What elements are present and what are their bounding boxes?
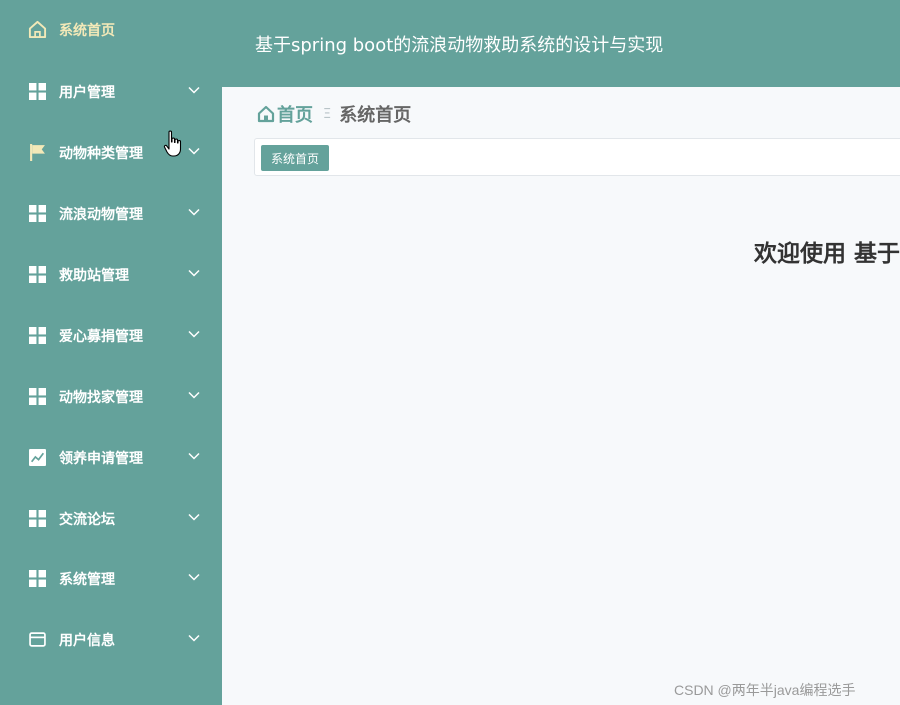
sidebar-item-system-management[interactable]: 系统管理	[0, 558, 222, 598]
grid-icon	[29, 83, 46, 100]
sidebar-item-label: 系统管理	[59, 572, 115, 588]
grid-icon	[29, 327, 46, 344]
chevron-down-icon	[188, 330, 200, 338]
sidebar-item-find-home[interactable]: 动物找家管理	[0, 376, 222, 416]
chevron-down-icon	[188, 513, 200, 521]
sidebar: 系统首页 用户管理 动物种类管理 流浪动物管理 救助站管理 爱心募捐管理 动物找…	[0, 0, 222, 705]
hand-cursor-icon	[163, 130, 182, 157]
sidebar-item-label: 动物找家管理	[59, 390, 143, 406]
sidebar-item-forum[interactable]: 交流论坛	[0, 498, 222, 538]
chevron-down-icon	[188, 634, 200, 642]
sidebar-item-user-info[interactable]: 用户信息	[0, 619, 222, 659]
grid-icon	[29, 510, 46, 527]
sidebar-item-animal-category[interactable]: 动物种类管理	[0, 132, 222, 172]
tabs-bar: 系统首页	[254, 138, 900, 176]
sidebar-item-label: 爱心募捐管理	[59, 329, 143, 345]
sidebar-item-label: 动物种类管理	[59, 146, 143, 162]
home-icon	[28, 20, 47, 39]
chevron-down-icon	[188, 391, 200, 399]
grid-icon	[29, 205, 46, 222]
chevron-down-icon	[188, 269, 200, 277]
sidebar-item-label: 流浪动物管理	[59, 207, 143, 223]
chevron-down-icon	[188, 147, 200, 155]
chart-icon	[29, 449, 46, 466]
breadcrumb: 首页 Ξ 系统首页	[257, 101, 411, 127]
breadcrumb-separator: Ξ	[323, 106, 332, 122]
sidebar-item-label: 用户信息	[59, 633, 115, 649]
flag-icon	[30, 144, 45, 161]
sidebar-item-label: 用户管理	[59, 85, 115, 101]
sidebar-item-donations[interactable]: 爱心募捐管理	[0, 315, 222, 355]
sidebar-item-rescue-station[interactable]: 救助站管理	[0, 254, 222, 294]
wallet-icon	[29, 632, 46, 647]
grid-icon	[29, 570, 46, 587]
chevron-down-icon	[188, 452, 200, 460]
sidebar-item-label: 交流论坛	[59, 512, 115, 528]
sidebar-item-home[interactable]: 系统首页	[0, 9, 222, 49]
watermark: CSDN @两年半java编程选手	[674, 682, 856, 698]
top-header: 基于spring boot的流浪动物救助系统的设计与实现	[222, 0, 900, 87]
breadcrumb-current: 系统首页	[339, 105, 412, 126]
chevron-down-icon	[188, 208, 200, 216]
chevron-down-icon	[188, 573, 200, 581]
sidebar-item-stray-animals[interactable]: 流浪动物管理	[0, 193, 222, 233]
breadcrumb-home-link[interactable]: 首页	[277, 101, 313, 127]
sidebar-item-user-management[interactable]: 用户管理	[0, 71, 222, 111]
tab-system-home[interactable]: 系统首页	[261, 145, 330, 171]
sidebar-item-label: 救助站管理	[59, 268, 129, 284]
grid-icon	[29, 388, 46, 405]
welcome-heading: 欢迎使用 基于	[754, 241, 900, 267]
chevron-down-icon	[188, 86, 200, 94]
app-title: 基于spring boot的流浪动物救助系统的设计与实现	[255, 35, 664, 56]
sidebar-item-adoption[interactable]: 领养申请管理	[0, 437, 222, 477]
sidebar-item-label: 系统首页	[59, 23, 115, 39]
grid-icon	[29, 266, 46, 283]
home-icon	[257, 105, 275, 123]
sidebar-item-label: 领养申请管理	[59, 451, 143, 467]
